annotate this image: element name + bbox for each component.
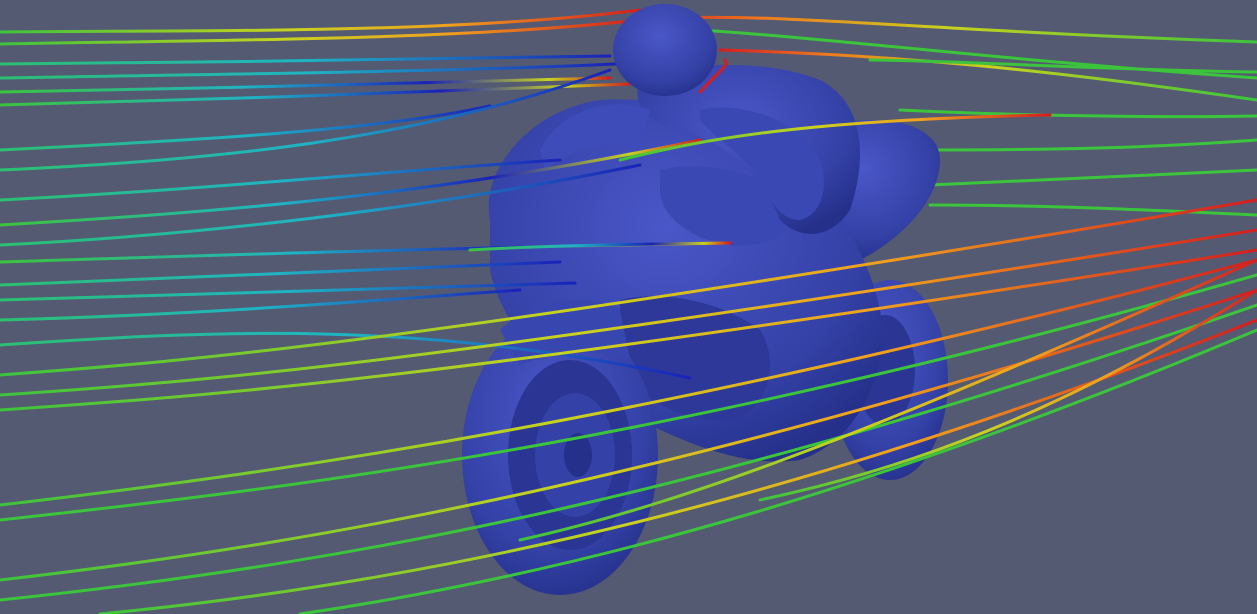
rider-helmet <box>613 4 717 96</box>
cfd-visualization-viewport[interactable] <box>0 0 1257 614</box>
motorcycle-model[interactable] <box>462 4 948 595</box>
